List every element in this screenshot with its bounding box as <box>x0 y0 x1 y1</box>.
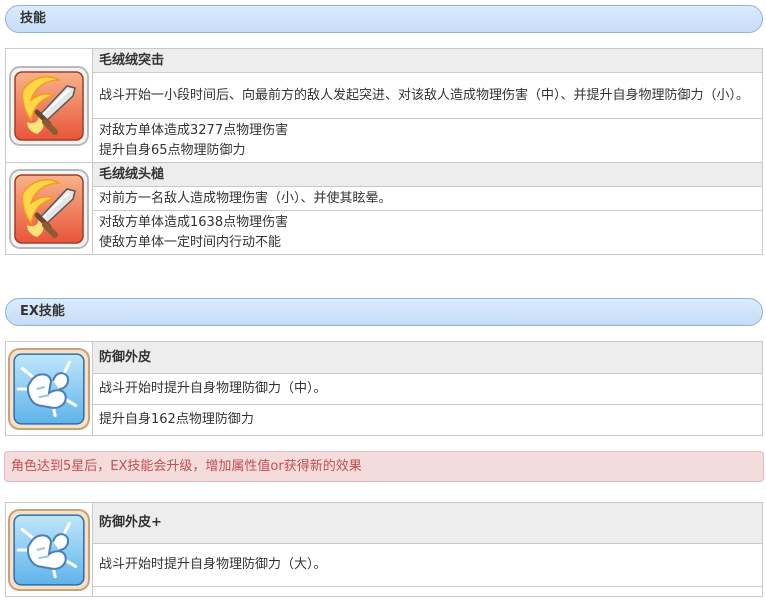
skill-description-row: 战斗开始时提升自身物理防御力（大）。 <box>6 543 763 587</box>
skill-name: 毛绒绒突击 <box>92 48 763 73</box>
skill-name: 毛绒绒头槌 <box>92 162 763 187</box>
skill-effects: 对敌方单体造成3277点物理伤害 提升自身65点物理防御力 <box>92 118 763 163</box>
skill-effect: 对敌方单体造成3277点物理伤害 <box>99 122 289 138</box>
skill-effect: 对敌方单体造成1638点物理伤害 <box>99 214 289 230</box>
upgrade-notice-text: 角色达到5星后，EX技能会升级，增加属性值or获得新的效果 <box>11 459 362 474</box>
skill-effects <box>92 586 763 597</box>
ex-skills-section-title: EX技能 <box>20 304 65 319</box>
skill-name-row: 毛绒绒头槌 <box>5 162 763 255</box>
ex-skills-section-header: EX技能 <box>5 298 763 326</box>
skill-effect: 使敌方单体一定时间内行动不能 <box>99 234 282 250</box>
shield-arm-icon <box>8 509 90 591</box>
skill-icon-cell <box>5 341 93 436</box>
skill-name-row: 防御外皮+ <box>5 502 763 597</box>
skill-name: 防御外皮+ <box>92 502 763 544</box>
ex-plus-skill-table: 防御外皮+ 战斗开始时提升自身物理防御力（大）。 <box>5 502 763 597</box>
upgrade-notice: 角色达到5星后，EX技能会升级，增加属性值or获得新的效果 <box>4 451 764 482</box>
skill-icon-cell <box>5 162 93 255</box>
skill-effects-row <box>6 586 763 597</box>
skill-name: 防御外皮 <box>92 341 763 374</box>
skill-icon-cell <box>5 502 93 597</box>
skill-effect: 提升自身65点物理防御力 <box>99 142 246 158</box>
skill-description: 战斗开始时提升自身物理防御力（大）。 <box>92 543 763 587</box>
skill-effects: 对敌方单体造成1638点物理伤害 使敌方单体一定时间内行动不能 <box>92 210 763 255</box>
shield-arm-icon <box>8 348 90 430</box>
skills-table: 毛绒绒突击 战斗开始一小段时间后、向最前方的敌人发起突进、对该敌人造成物理伤害（… <box>5 48 763 255</box>
skill-description-row: 战斗开始一小段时间后、向最前方的敌人发起突进、对该敌人造成物理伤害（中）、并提升… <box>6 72 763 119</box>
skill-description: 对前方一名敌人造成物理伤害（小）、并使其眩晕。 <box>92 186 763 211</box>
skill-effect: 提升自身162点物理防御力 <box>92 404 763 436</box>
skill-icon-cell <box>5 48 93 163</box>
skill-effects-row: 提升自身162点物理防御力 <box>6 404 763 436</box>
skill-description: 战斗开始时提升自身物理防御力（中）。 <box>92 373 763 405</box>
skill-description: 战斗开始一小段时间后、向最前方的敌人发起突进、对该敌人造成物理伤害（中）、并提升… <box>92 72 763 119</box>
sword-slash-icon <box>9 169 89 249</box>
sword-slash-icon <box>9 66 89 146</box>
skills-section-header: 技能 <box>5 5 763 33</box>
skill-description-row: 战斗开始时提升自身物理防御力（中）。 <box>6 373 763 405</box>
skill-name-row: 毛绒绒突击 <box>5 48 763 163</box>
skill-effects-row: 对敌方单体造成1638点物理伤害 使敌方单体一定时间内行动不能 <box>6 210 763 255</box>
skill-effects-row: 对敌方单体造成3277点物理伤害 提升自身65点物理防御力 <box>6 118 763 163</box>
ex-skill-table: 防御外皮 战斗开始时提升自身物理防御力（中）。 提升自身162点物理防御力 <box>5 341 763 436</box>
skills-section-title: 技能 <box>20 11 47 26</box>
skill-description-row: 对前方一名敌人造成物理伤害（小）、并使其眩晕。 <box>6 186 763 211</box>
skill-name-row: 防御外皮 <box>5 341 763 436</box>
